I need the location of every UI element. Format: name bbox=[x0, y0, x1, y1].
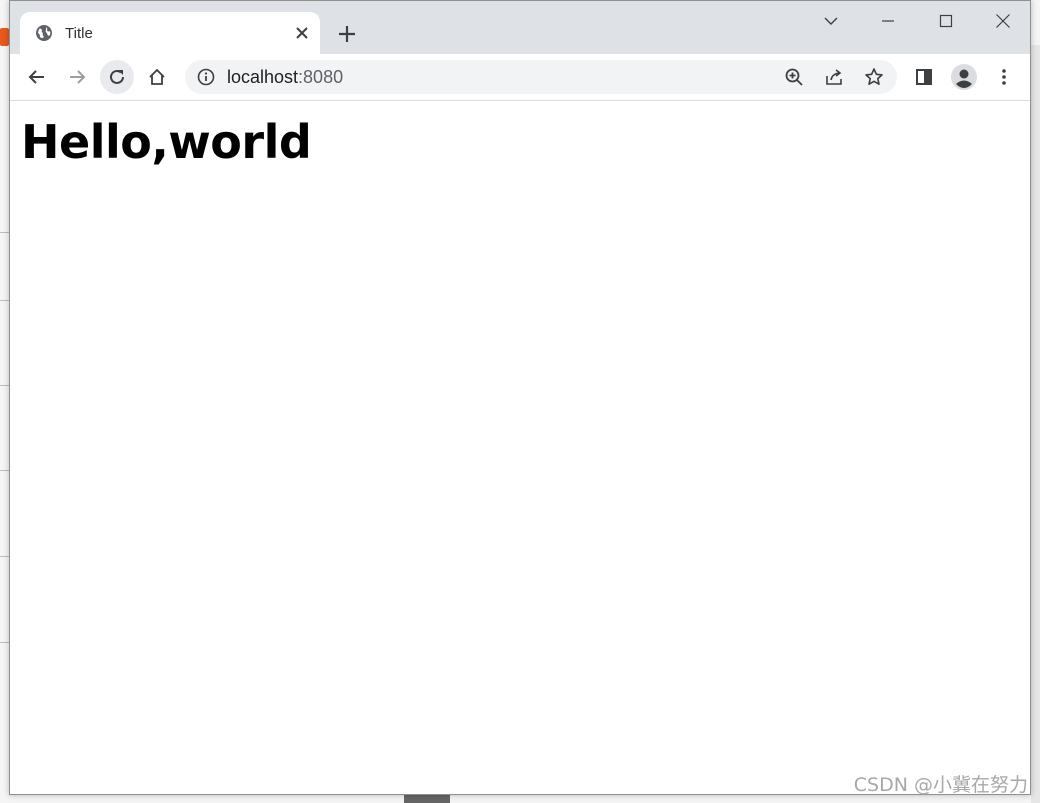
share-icon[interactable] bbox=[823, 66, 845, 88]
url-host: localhost bbox=[227, 67, 299, 87]
page-content: Hello,world bbox=[10, 101, 1030, 794]
background-accent bbox=[0, 28, 9, 46]
browser-toolbar: localhost:8080 bbox=[10, 54, 1030, 101]
address-bar[interactable]: localhost:8080 bbox=[185, 60, 897, 94]
background-panel bbox=[1031, 45, 1040, 803]
back-button[interactable] bbox=[20, 60, 54, 94]
globe-icon bbox=[35, 24, 53, 42]
url-port: :8080 bbox=[298, 67, 344, 87]
close-window-icon[interactable] bbox=[980, 7, 1026, 35]
maximize-icon[interactable] bbox=[923, 7, 969, 35]
new-tab-button[interactable] bbox=[336, 23, 358, 45]
profile-avatar-icon[interactable] bbox=[947, 60, 981, 94]
zoom-icon[interactable] bbox=[783, 66, 805, 88]
forward-button[interactable] bbox=[60, 60, 94, 94]
tab-title[interactable]: Title bbox=[20, 12, 320, 54]
page-heading: Hello,world bbox=[21, 115, 312, 169]
bookmark-star-icon[interactable] bbox=[863, 66, 885, 88]
side-panel-icon[interactable] bbox=[907, 60, 941, 94]
reload-button[interactable] bbox=[100, 60, 134, 94]
menu-dots-icon[interactable] bbox=[987, 60, 1021, 94]
tab-label: Title bbox=[65, 25, 93, 42]
tab-search-icon[interactable] bbox=[808, 7, 854, 35]
tab-strip: Title bbox=[10, 1, 1030, 54]
browser-window: Title localhost:8080 Hello,world bbox=[9, 0, 1031, 795]
minimize-icon[interactable] bbox=[865, 7, 911, 35]
watermark: CSDN @小冀在努力 bbox=[853, 774, 1028, 796]
info-icon[interactable] bbox=[197, 68, 215, 86]
home-button[interactable] bbox=[140, 60, 174, 94]
close-tab-icon[interactable] bbox=[292, 23, 312, 43]
url-text[interactable]: localhost:8080 bbox=[227, 67, 343, 88]
